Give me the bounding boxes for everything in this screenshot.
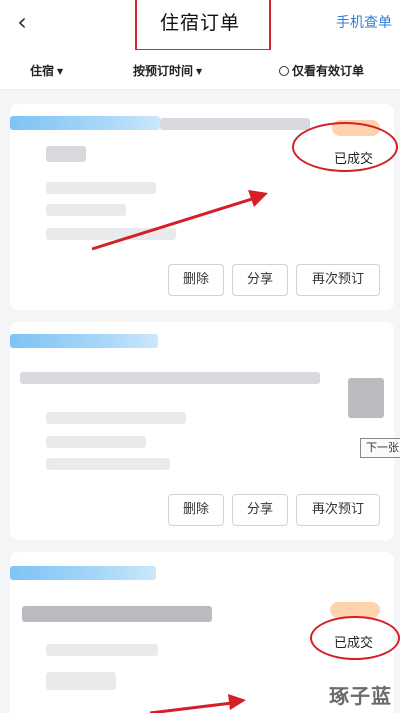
annotation-arrows — [91, 190, 268, 713]
watermark-text: 琢子蓝 — [329, 684, 392, 708]
arrow-icon — [149, 694, 246, 713]
arrow-icon — [91, 190, 268, 251]
